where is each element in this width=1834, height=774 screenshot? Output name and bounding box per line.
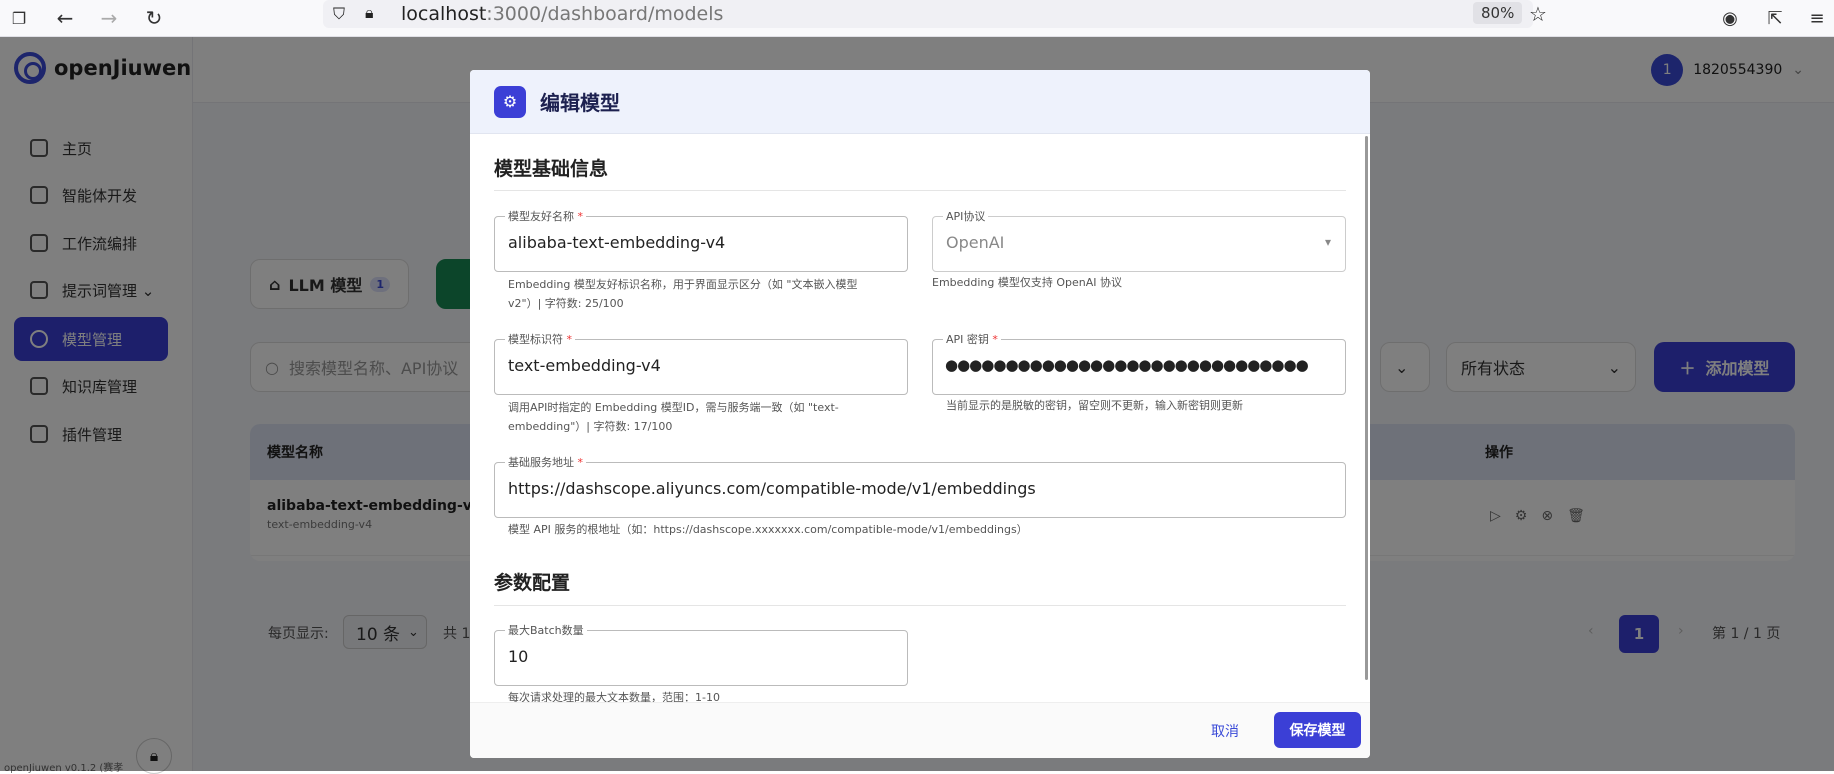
help-line: Embedding 模型友好标识名称，用于界面显示区分（如 "文本嵌入模型: [508, 278, 858, 291]
batch-size-label: 最大Batch数量: [505, 622, 587, 638]
gear-icon: ⚙: [494, 85, 526, 118]
help-line: 调用API时指定的 Embedding 模型ID，需与服务端一致（如 "text…: [508, 401, 839, 414]
section-title-params: 参数配置: [494, 572, 571, 594]
model-id-help: 调用API时指定的 Embedding 模型ID，需与服务端一致（如 "text…: [508, 398, 839, 436]
url-text: localhost:3000/dashboard/models: [401, 3, 723, 25]
required-marker: *: [577, 456, 584, 469]
friendly-name-field[interactable]: 模型友好名称 * alibaba-text-embedding-v4: [494, 208, 908, 272]
api-key-field[interactable]: API 密钥 * ●●●●●●●●●●●●●●●●●●●●●●●●●●●●●●: [932, 331, 1346, 395]
required-marker: *: [577, 210, 584, 223]
account-icon[interactable]: ◉: [1717, 5, 1743, 31]
dialog-title: 编辑模型: [540, 91, 620, 115]
label-text: 模型标识符: [508, 333, 563, 346]
help-line: embedding"）| 字符数: 17/100: [508, 420, 673, 433]
friendly-name-label: 模型友好名称 *: [505, 208, 586, 224]
base-url-label: 基础服务地址 *: [505, 454, 586, 470]
label-text: API 密钥: [946, 333, 989, 346]
edit-model-dialog: ⚙ 编辑模型 模型基础信息 模型友好名称 * alibaba-text-embe…: [470, 70, 1370, 758]
label-text: 模型友好名称: [508, 210, 574, 223]
tab-overview-icon[interactable]: ❐: [6, 5, 32, 31]
api-key-help: 当前显示的是脱敏的密钥，留空则不更新，输入新密钥则更新: [946, 399, 1243, 412]
friendly-name-value: alibaba-text-embedding-v4: [508, 233, 726, 252]
required-marker: *: [992, 333, 998, 346]
reload-icon[interactable]: ↻: [141, 5, 167, 31]
api-protocol-help: Embedding 模型仅支持 OpenAI 协议: [932, 276, 1123, 289]
divider: [494, 605, 1346, 606]
help-line: v2"）| 字符数: 25/100: [508, 297, 624, 310]
back-icon[interactable]: ←: [52, 5, 78, 31]
caret-down-icon: ▾: [1324, 235, 1331, 249]
divider: [494, 190, 1346, 191]
model-id-label: 模型标识符 *: [505, 331, 575, 347]
api-protocol-value: OpenAI: [946, 233, 1005, 252]
save-model-button[interactable]: 保存模型: [1274, 712, 1361, 748]
section-title-basic: 模型基础信息: [494, 158, 609, 180]
bookmark-star-icon[interactable]: ☆: [1529, 2, 1547, 26]
required-marker: *: [566, 333, 573, 346]
batch-size-field[interactable]: 最大Batch数量 10: [494, 622, 908, 686]
api-key-value: ●●●●●●●●●●●●●●●●●●●●●●●●●●●●●●: [945, 356, 1309, 374]
url-path: :3000/dashboard/models: [486, 3, 724, 25]
base-url-value: https://dashscope.aliyuncs.com/compatibl…: [508, 479, 1036, 498]
model-id-value: text-embedding-v4: [508, 356, 661, 375]
api-protocol-label: API协议: [943, 208, 989, 224]
batch-size-value: 10: [508, 647, 529, 666]
api-key-label: API 密钥 *: [943, 331, 1001, 347]
base-url-field[interactable]: 基础服务地址 * https://dashscope.aliyuncs.com/…: [494, 454, 1346, 518]
zoom-level[interactable]: 80%: [1473, 2, 1523, 24]
model-id-field[interactable]: 模型标识符 * text-embedding-v4: [494, 331, 908, 395]
browser-toolbar: ❐ ← → ↻ ⛉ 🔒︎ localhost:3000/dashboard/mo…: [0, 0, 1834, 37]
dialog-header: ⚙ 编辑模型: [470, 70, 1370, 134]
base-url-help: 模型 API 服务的根地址（如：https://dashscope.xxxxxx…: [508, 523, 1028, 536]
share-icon[interactable]: ⇱: [1762, 5, 1788, 31]
friendly-name-help: Embedding 模型友好标识名称，用于界面显示区分（如 "文本嵌入模型 v2…: [508, 275, 857, 313]
menu-icon[interactable]: ≡: [1804, 5, 1830, 31]
forward-icon[interactable]: →: [96, 5, 122, 31]
dialog-scrollbar[interactable]: [1365, 136, 1368, 680]
api-protocol-select[interactable]: API协议 OpenAI ▾: [932, 208, 1346, 272]
lock-icon: 🔒︎: [365, 3, 374, 22]
label-text: 基础服务地址: [508, 456, 574, 469]
address-bar[interactable]: ⛉ 🔒︎ localhost:3000/dashboard/models 80%…: [323, 0, 1547, 28]
shield-icon: ⛉: [333, 4, 346, 23]
dialog-footer: 取消 保存模型: [470, 702, 1370, 758]
url-host: localhost: [401, 3, 487, 25]
cancel-button[interactable]: 取消: [1211, 721, 1239, 741]
